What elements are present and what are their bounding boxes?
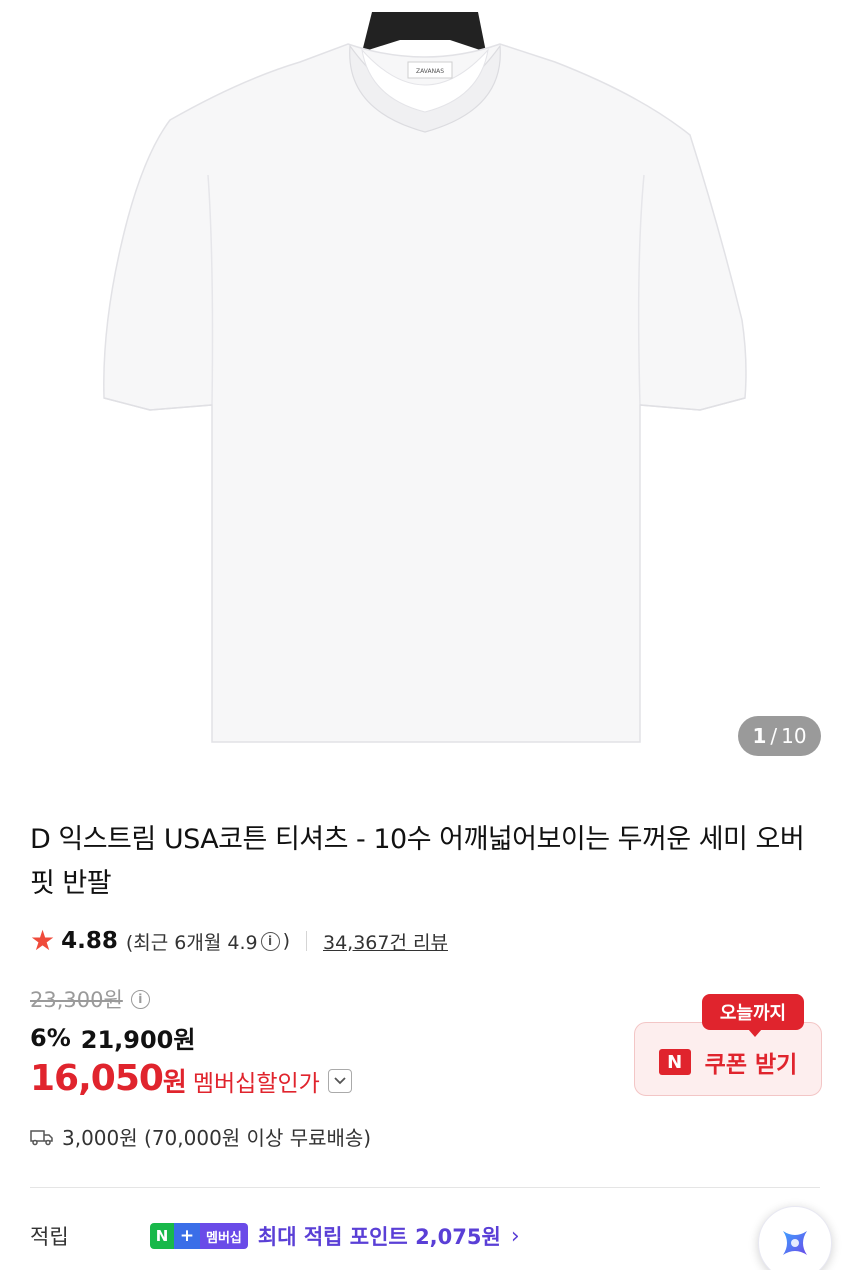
truck-icon (30, 1129, 53, 1145)
svg-text:ZAVANAS: ZAVANAS (416, 68, 444, 75)
tshirt-image: ZAVANAS (103, 12, 747, 743)
get-coupon-button[interactable]: N 쿠폰 받기 (634, 1022, 822, 1096)
max-points-text: 최대 적립 포인트 2,075원 (257, 1225, 501, 1249)
membership-price-label: 멤버십할인가 (192, 1070, 320, 1097)
recent-rating: (최근 6개월 4.9 i ) (125, 930, 290, 954)
points-row[interactable]: 적립 N + 멤버십 최대 적립 포인트 2,075원 › (30, 1218, 520, 1254)
ai-assistant-button[interactable] (758, 1206, 832, 1270)
shipping-info: 3,000원 (70,000원 이상 무료배송) (30, 1122, 371, 1151)
discount-price-row: 6% 21,900원 (30, 1020, 195, 1055)
membership-price-unit: 원 (162, 1068, 187, 1098)
points-label: 적립 (30, 1225, 69, 1249)
membership-price: 16,050 (30, 1058, 164, 1099)
chevron-right-icon: › (510, 1223, 520, 1249)
product-title: D 익스트림 USA코튼 티셔츠 - 10수 어깨넓어보이는 두꺼운 세미 오버… (30, 824, 805, 899)
discount-price: 21,900원 (80, 1026, 196, 1054)
membership-price-row: 16,050 원 멤버십할인가 (30, 1058, 352, 1099)
divider (306, 931, 307, 951)
original-price: 23,300원 i (30, 984, 153, 1014)
chevron-down-icon[interactable] (327, 1068, 352, 1093)
naver-plus-membership-badge: N + 멤버십 (150, 1223, 248, 1249)
sparkle-icon (783, 1231, 807, 1255)
discount-percent: 6% (30, 1023, 71, 1052)
product-image-carousel[interactable]: ZAVANAS 1/10 (0, 0, 850, 790)
star-icon: ★ (30, 924, 56, 957)
rating-row: ★ 4.88 (최근 6개월 4.9 i ) 34,367건 리뷰 (30, 924, 448, 958)
info-icon[interactable]: i (130, 989, 150, 1009)
info-icon[interactable]: i (260, 931, 280, 951)
rating-score: 4.88 (61, 928, 118, 954)
naver-n-icon: N (658, 1049, 691, 1075)
section-divider (30, 1187, 820, 1188)
coupon-deadline-badge: 오늘까지 (702, 994, 804, 1037)
review-count-link[interactable]: 34,367건 리뷰 (323, 928, 448, 955)
image-counter: 1/10 (738, 716, 821, 756)
